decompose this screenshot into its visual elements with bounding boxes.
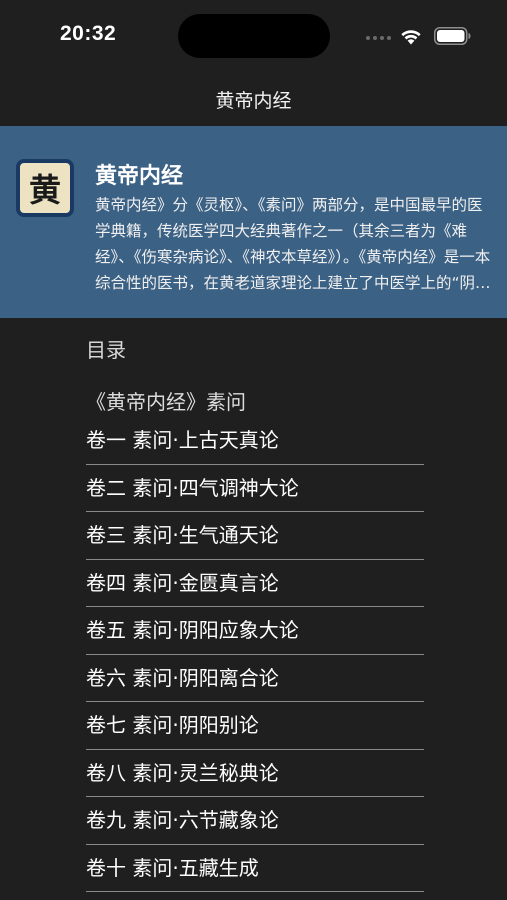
book-title: 黄帝内经 bbox=[95, 164, 184, 189]
chapter-item[interactable]: 卷二 素问·四气调神大论 bbox=[86, 465, 424, 512]
book-header[interactable]: 黄 黄帝内经 黄帝内经》分《灵枢》、《素问》两部分，是中国最早的医学典籍，传统医… bbox=[0, 126, 507, 318]
chapter-item[interactable]: 卷五 素问·阴阳应象大论 bbox=[86, 607, 424, 655]
chapter-item[interactable]: 卷一 素问·上古天真论 bbox=[86, 417, 424, 465]
book-cover-icon: 黄 bbox=[16, 159, 74, 217]
chapter-item[interactable]: 卷九 素问·六节藏象论 bbox=[86, 797, 424, 845]
chapter-list: 卷一 素问·上古天真论 卷二 素问·四气调神大论 卷三 素问·生气通天论 卷四 … bbox=[86, 417, 424, 892]
chapter-item[interactable]: 卷六 素问·阴阳离合论 bbox=[86, 655, 424, 702]
cellular-signal-icon bbox=[366, 36, 391, 40]
chapter-item[interactable]: 卷十 素问·五藏生成 bbox=[86, 845, 424, 892]
status-bar: 20:32 bbox=[0, 0, 507, 74]
book-description: 黄帝内经》分《灵枢》、《素问》两部分，是中国最早的医学典籍，传统医学四大经典著作… bbox=[95, 196, 491, 292]
chapter-item[interactable]: 卷四 素问·金匮真言论 bbox=[86, 560, 424, 607]
battery-icon bbox=[434, 27, 471, 45]
chapter-item[interactable]: 卷三 素问·生气通天论 bbox=[86, 512, 424, 560]
section-title: 《黄帝内经》素问 bbox=[86, 390, 246, 414]
chapter-item[interactable]: 卷七 素问·阴阳别论 bbox=[86, 702, 424, 750]
wifi-icon bbox=[401, 30, 421, 45]
status-time: 20:32 bbox=[60, 22, 117, 45]
dynamic-island bbox=[178, 14, 330, 58]
nav-title: 黄帝内经 bbox=[215, 90, 292, 112]
toc-label: 目录 bbox=[86, 338, 126, 362]
chapter-item[interactable]: 卷八 素问·灵兰秘典论 bbox=[86, 750, 424, 797]
